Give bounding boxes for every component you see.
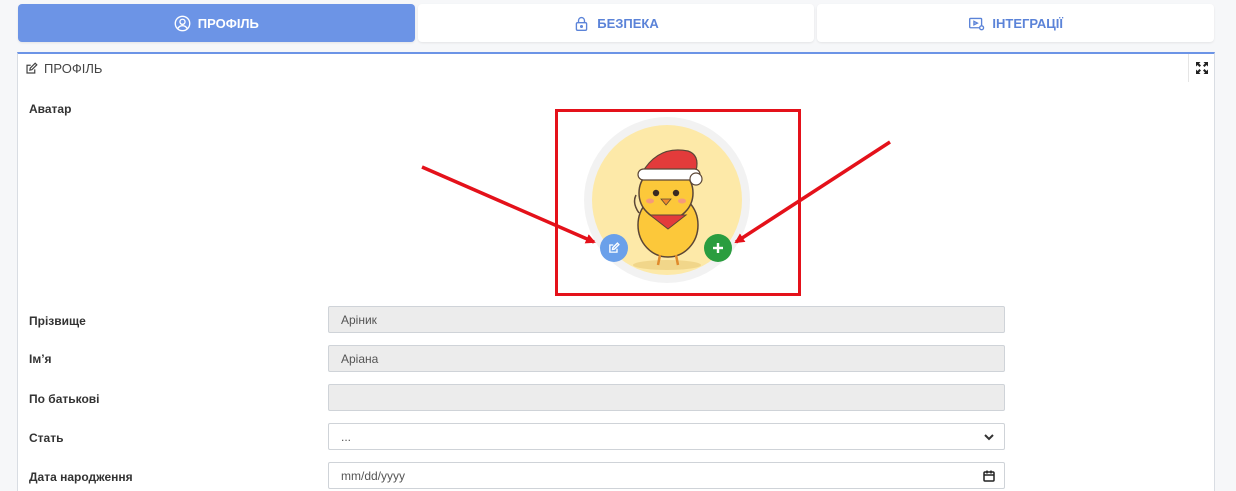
patronymic-label: По батькові [29, 392, 100, 406]
expand-icon [1195, 62, 1208, 74]
tab-integrations-label: ІНТЕГРАЦІЇ [992, 15, 1063, 31]
tab-security[interactable]: БЕЗПЕКА [417, 4, 815, 42]
lock-icon [575, 16, 588, 31]
panel-header: ПРОФІЛЬ [18, 54, 1214, 82]
tab-integrations[interactable]: ІНТЕГРАЦІЇ [817, 4, 1215, 42]
edit-icon [26, 61, 38, 74]
chevron-down-icon [984, 434, 994, 441]
gender-value: ... [341, 429, 352, 444]
tab-profile-label: ПРОФІЛЬ [197, 15, 259, 31]
birth-date-input[interactable]: mm/dd/yyyy [328, 462, 1005, 489]
tab-profile[interactable]: ПРОФІЛЬ [18, 4, 415, 42]
birth-date-placeholder: mm/dd/yyyy [341, 468, 406, 483]
tab-bar: ПРОФІЛЬ БЕЗПЕКА ІНТЕГРАЦІЇ [18, 4, 1215, 42]
panel-title: ПРОФІЛЬ [44, 60, 103, 76]
surname-label: Прізвище [29, 314, 86, 328]
gender-select[interactable]: ... [328, 423, 1005, 450]
annotation-highlight-box [555, 109, 801, 296]
birth-date-label: Дата народження [29, 470, 133, 484]
gender-label: Стать [29, 431, 64, 445]
expand-button[interactable] [1188, 54, 1214, 82]
calendar-icon [983, 470, 995, 482]
surname-value: Аріник [341, 312, 377, 327]
name-value: Аріана [341, 351, 379, 366]
video-settings-icon [969, 17, 985, 30]
tab-security-label: БЕЗПЕКА [597, 15, 659, 31]
name-label: Ім’я [29, 352, 52, 366]
patronymic-field[interactable] [328, 384, 1005, 411]
surname-field[interactable]: Аріник [328, 306, 1005, 333]
user-circle-icon [174, 15, 191, 31]
name-field[interactable]: Аріана [328, 345, 1005, 372]
avatar-label: Аватар [29, 102, 72, 116]
